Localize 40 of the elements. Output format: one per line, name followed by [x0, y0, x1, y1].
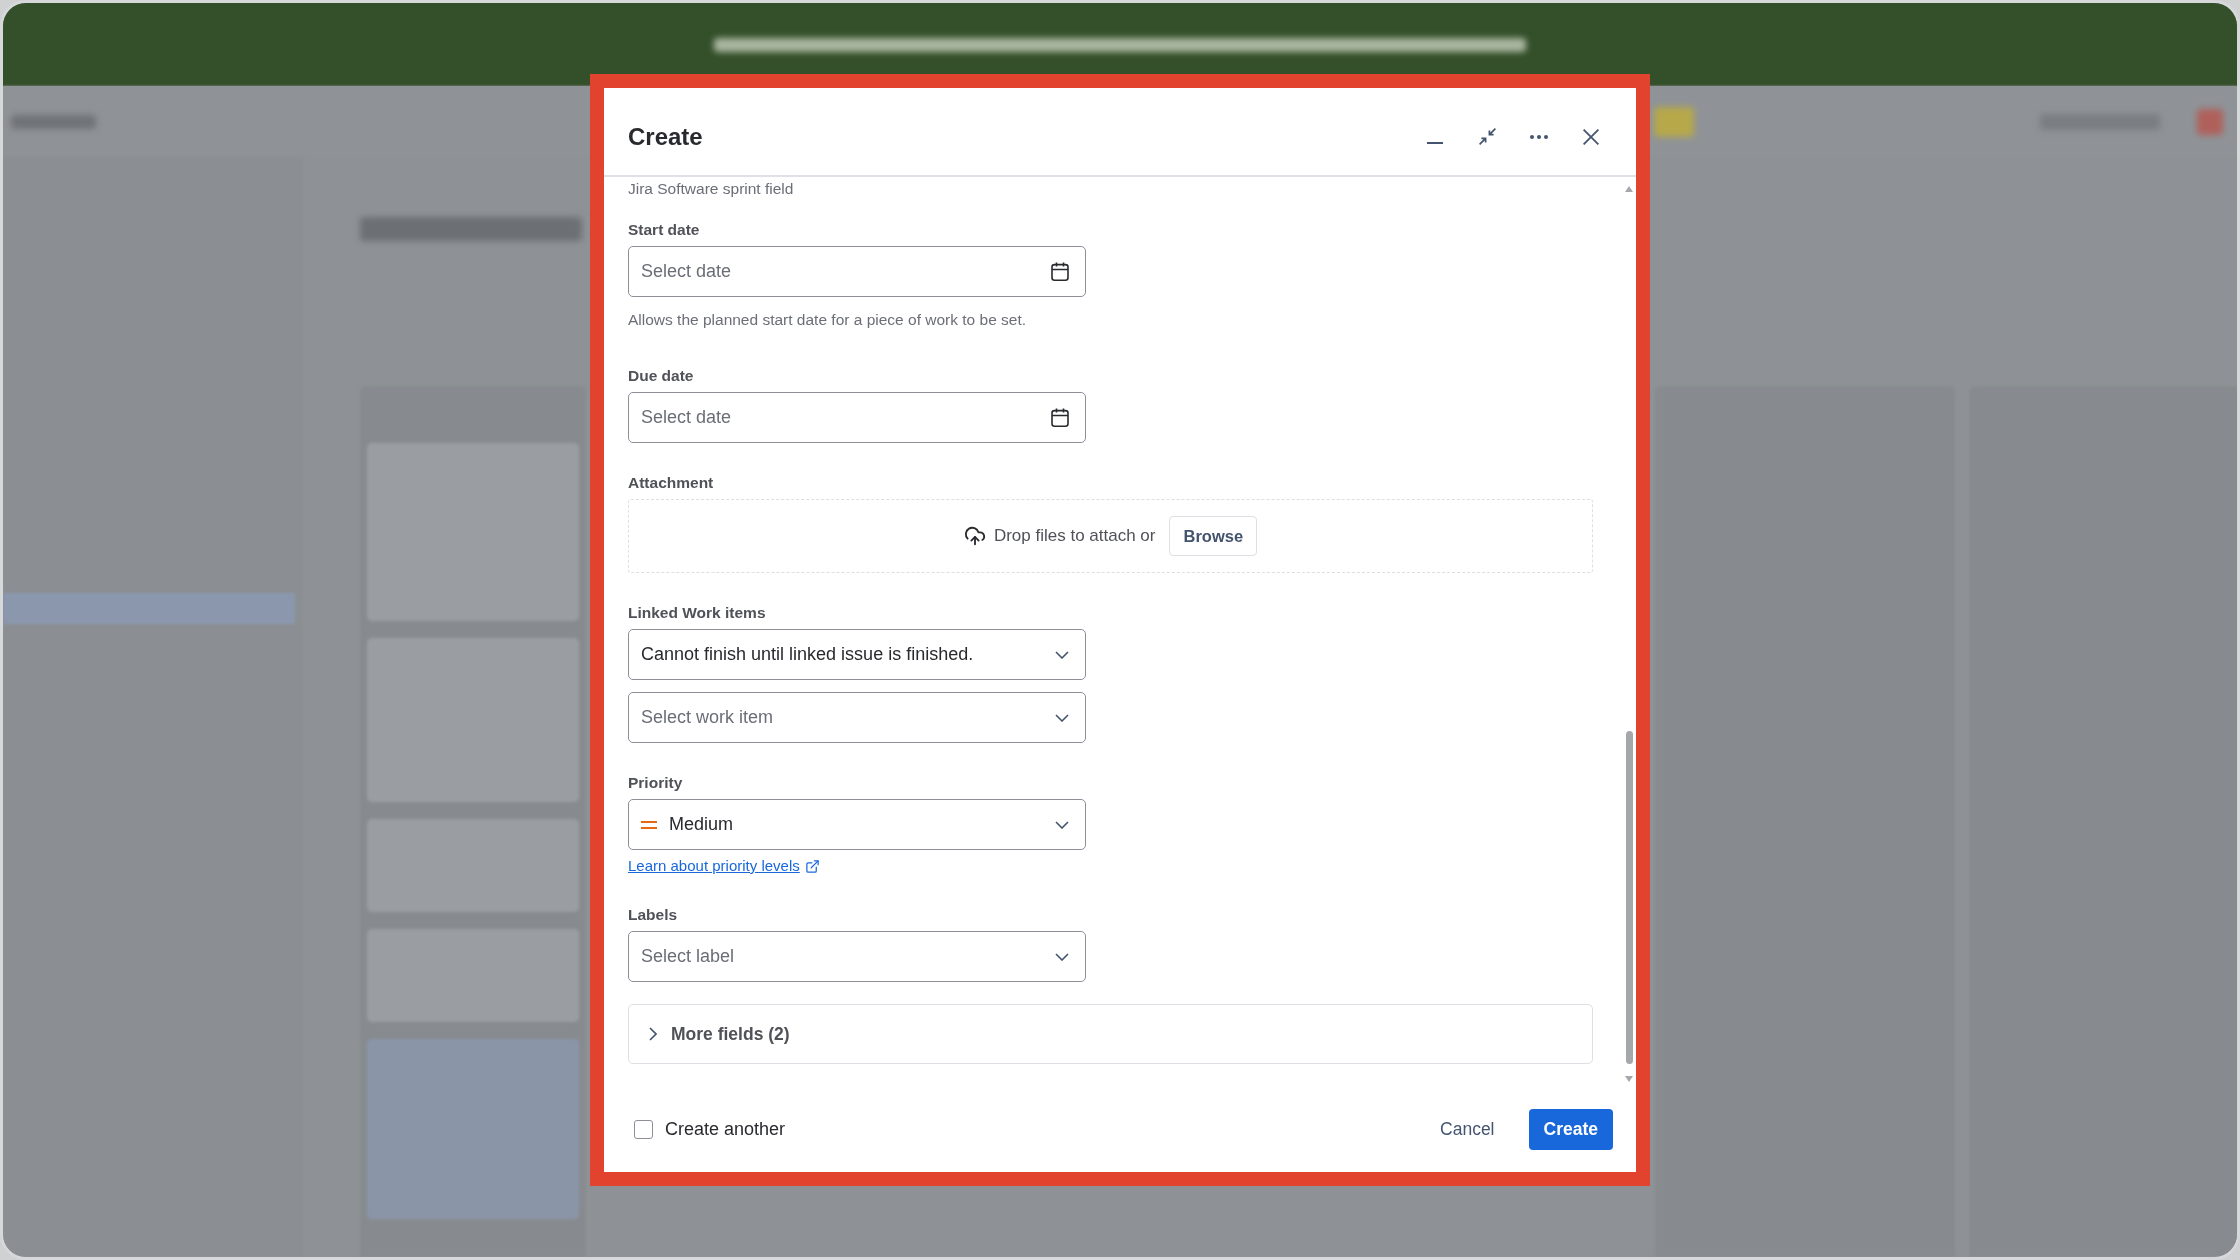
- priority-levels-link[interactable]: Learn about priority levels: [628, 857, 800, 875]
- chevron-down-icon: [1055, 713, 1069, 722]
- date-field[interactable]: Select date: [628, 392, 1086, 443]
- cancel-button[interactable]: Cancel: [1424, 1108, 1511, 1150]
- field-label: Labels: [628, 905, 678, 925]
- scrollbar-thumb[interactable]: [1625, 731, 1633, 1064]
- dialog-title: Create: [628, 122, 703, 151]
- dropzone-text: Drop files to attach or: [993, 526, 1156, 546]
- more-icon: [1530, 134, 1548, 139]
- chevron-down-icon: [1055, 650, 1069, 659]
- priority-medium-icon: [641, 820, 657, 829]
- more-fields-toggle[interactable]: More fields (2): [628, 1004, 1593, 1064]
- select-field[interactable]: Select work item: [628, 692, 1086, 743]
- field-label: Start date: [628, 220, 700, 240]
- field-label: Due date: [628, 366, 694, 386]
- blurred-nav-icon: [2197, 108, 2223, 135]
- select-field[interactable]: Medium: [628, 799, 1086, 850]
- chevron-down-icon: [1055, 820, 1069, 829]
- select-field[interactable]: Cannot finish until linked issue is finished.: [628, 629, 1086, 680]
- field-label: Priority: [628, 773, 683, 793]
- calendar-icon: [1051, 408, 1069, 427]
- checkbox[interactable]: [634, 1119, 653, 1139]
- field-label: Linked Work items: [628, 603, 766, 623]
- help-text: Allows the planned start date for a piece of work to be set.: [628, 311, 1027, 329]
- chevron-down-icon: [1055, 952, 1069, 961]
- date-field[interactable]: Select date: [628, 246, 1086, 297]
- external-link-icon: [804, 858, 820, 874]
- blurred-nav-shape: [1654, 106, 1694, 137]
- calendar-icon: [1051, 262, 1069, 281]
- select-field[interactable]: Select label: [628, 931, 1086, 982]
- field-label: Attachment: [628, 473, 714, 493]
- minimize-icon: [1427, 141, 1443, 144]
- shrink-arrows-icon: [1478, 128, 1496, 145]
- create-button[interactable]: Create: [1528, 1108, 1613, 1150]
- checkbox-label[interactable]: Create another: [665, 1118, 786, 1140]
- attachment-dropzone[interactable]: Drop files to attach or Browse: [628, 499, 1593, 573]
- close-icon: [1583, 128, 1599, 145]
- help-text: Jira Software sprint field: [628, 180, 794, 198]
- browse-button[interactable]: Browse: [1169, 516, 1258, 556]
- upload-icon: [963, 525, 986, 547]
